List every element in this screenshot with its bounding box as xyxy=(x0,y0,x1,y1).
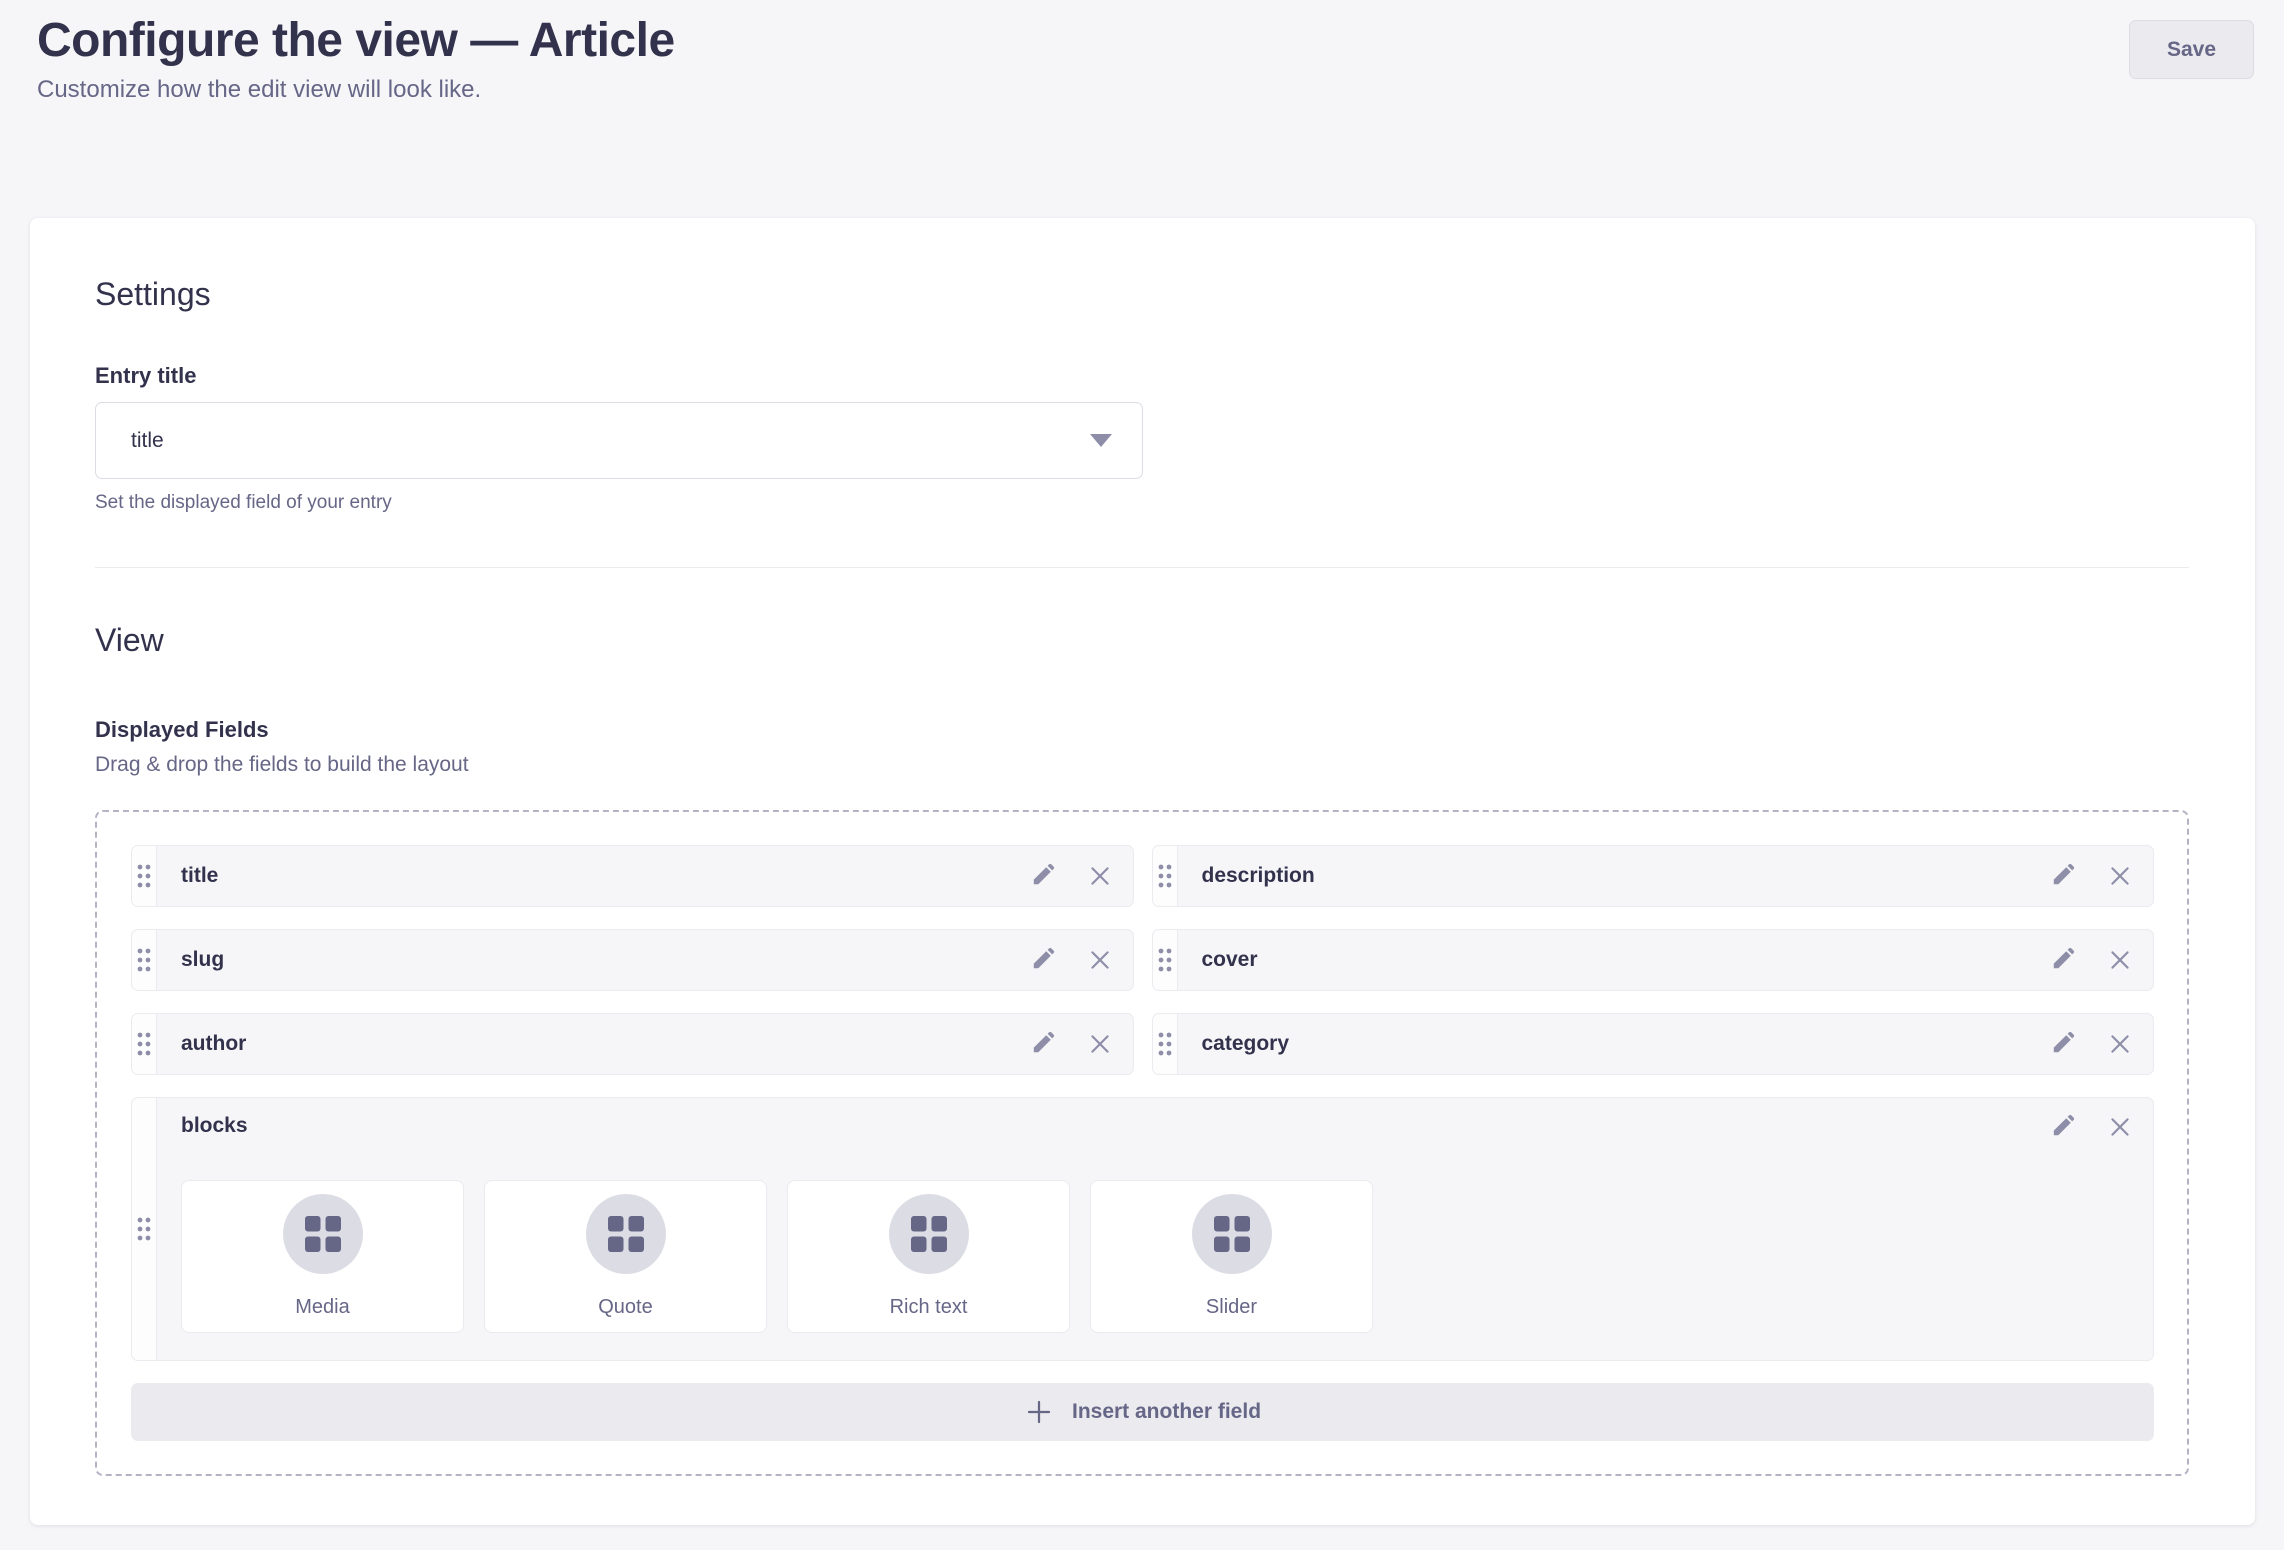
fields-dropzone: title description slug xyxy=(95,810,2189,1476)
settings-heading: Settings xyxy=(95,274,2189,314)
component-icon-circle xyxy=(586,1194,666,1274)
field-row-author[interactable]: author xyxy=(131,1013,1134,1075)
close-icon xyxy=(1087,1031,1113,1057)
component-label: Quote xyxy=(598,1296,652,1319)
field-row-blocks[interactable]: blocks Media Quote xyxy=(131,1097,2154,1361)
remove-field-button[interactable] xyxy=(2107,863,2133,889)
edit-field-button[interactable] xyxy=(2049,863,2075,889)
drag-handle-icon[interactable] xyxy=(1153,930,1178,990)
displayed-fields-hint: Drag & drop the fields to build the layo… xyxy=(95,752,2189,778)
pencil-icon xyxy=(2049,1114,2075,1140)
field-row-title[interactable]: title xyxy=(131,845,1134,907)
remove-field-button[interactable] xyxy=(2107,1114,2133,1140)
plus-icon xyxy=(1024,1397,1054,1427)
entry-title-select[interactable]: title xyxy=(95,402,1143,479)
pencil-icon xyxy=(2049,863,2075,889)
pencil-icon xyxy=(1029,863,1055,889)
close-icon xyxy=(2107,947,2133,973)
save-button[interactable]: Save xyxy=(2129,20,2254,79)
entry-title-label: Entry title xyxy=(95,362,2189,390)
component-cards: Media Quote Rich text Slider xyxy=(181,1180,2153,1333)
field-name: description xyxy=(1178,864,2050,888)
drag-handle-icon[interactable] xyxy=(132,930,157,990)
drag-handle-icon[interactable] xyxy=(132,1014,157,1074)
field-name: title xyxy=(157,864,1029,888)
close-icon xyxy=(2107,1114,2133,1140)
edit-field-button[interactable] xyxy=(2049,947,2075,973)
insert-another-field-label: Insert another field xyxy=(1072,1400,1261,1424)
field-name: category xyxy=(1178,1032,2050,1056)
insert-another-field-button[interactable]: Insert another field xyxy=(131,1383,2154,1441)
component-label: Rich text xyxy=(890,1296,968,1319)
edit-field-button[interactable] xyxy=(1029,947,1055,973)
component-card-rich-text: Rich text xyxy=(787,1180,1070,1333)
close-icon xyxy=(1087,947,1113,973)
edit-field-button[interactable] xyxy=(1029,1031,1055,1057)
component-icon-circle xyxy=(283,1194,363,1274)
displayed-fields-label: Displayed Fields xyxy=(95,716,2189,744)
field-name: cover xyxy=(1178,948,2050,972)
pencil-icon xyxy=(2049,1031,2075,1057)
page-header: Configure the view — Article Customize h… xyxy=(0,0,2284,106)
edit-field-button[interactable] xyxy=(2049,1031,2075,1057)
configuration-card: Settings Entry title title Set the displ… xyxy=(30,218,2255,1525)
component-grid-icon xyxy=(305,1216,341,1252)
component-grid-icon xyxy=(911,1216,947,1252)
pencil-icon xyxy=(1029,947,1055,973)
drag-handle-icon[interactable] xyxy=(1153,1014,1178,1074)
component-card-quote: Quote xyxy=(484,1180,767,1333)
field-row-category[interactable]: category xyxy=(1152,1013,2155,1075)
page-subtitle: Customize how the edit view will look li… xyxy=(37,74,2254,106)
remove-field-button[interactable] xyxy=(2107,1031,2133,1057)
entry-title-hint: Set the displayed field of your entry xyxy=(95,491,2189,515)
pencil-icon xyxy=(2049,947,2075,973)
drag-handle-icon[interactable] xyxy=(132,1098,157,1360)
component-card-slider: Slider xyxy=(1090,1180,1373,1333)
remove-field-button[interactable] xyxy=(1087,1031,1113,1057)
field-row-cover[interactable]: cover xyxy=(1152,929,2155,991)
drag-handle-icon[interactable] xyxy=(1153,846,1178,906)
close-icon xyxy=(2107,1031,2133,1057)
field-name: slug xyxy=(157,948,1029,972)
component-icon-circle xyxy=(889,1194,969,1274)
edit-field-button[interactable] xyxy=(1029,863,1055,889)
remove-field-button[interactable] xyxy=(1087,863,1113,889)
pencil-icon xyxy=(1029,1031,1055,1057)
field-row-description[interactable]: description xyxy=(1152,845,2155,907)
component-label: Media xyxy=(295,1296,349,1319)
fields-grid: title description slug xyxy=(131,845,2154,1361)
edit-field-button[interactable] xyxy=(2049,1114,2075,1140)
view-heading: View xyxy=(95,620,2189,660)
caret-down-icon xyxy=(1090,434,1112,447)
component-card-media: Media xyxy=(181,1180,464,1333)
component-grid-icon xyxy=(608,1216,644,1252)
component-label: Slider xyxy=(1206,1296,1257,1319)
component-grid-icon xyxy=(1214,1216,1250,1252)
field-name: blocks xyxy=(181,1114,248,1137)
component-icon-circle xyxy=(1192,1194,1272,1274)
field-row-slug[interactable]: slug xyxy=(131,929,1134,991)
drag-handle-icon[interactable] xyxy=(132,846,157,906)
close-icon xyxy=(1087,863,1113,889)
page-title: Configure the view — Article xyxy=(37,12,2254,70)
field-name: author xyxy=(157,1032,1029,1056)
remove-field-button[interactable] xyxy=(2107,947,2133,973)
close-icon xyxy=(2107,863,2133,889)
entry-title-select-value: title xyxy=(131,429,1090,453)
section-divider xyxy=(95,567,2189,568)
remove-field-button[interactable] xyxy=(1087,947,1113,973)
